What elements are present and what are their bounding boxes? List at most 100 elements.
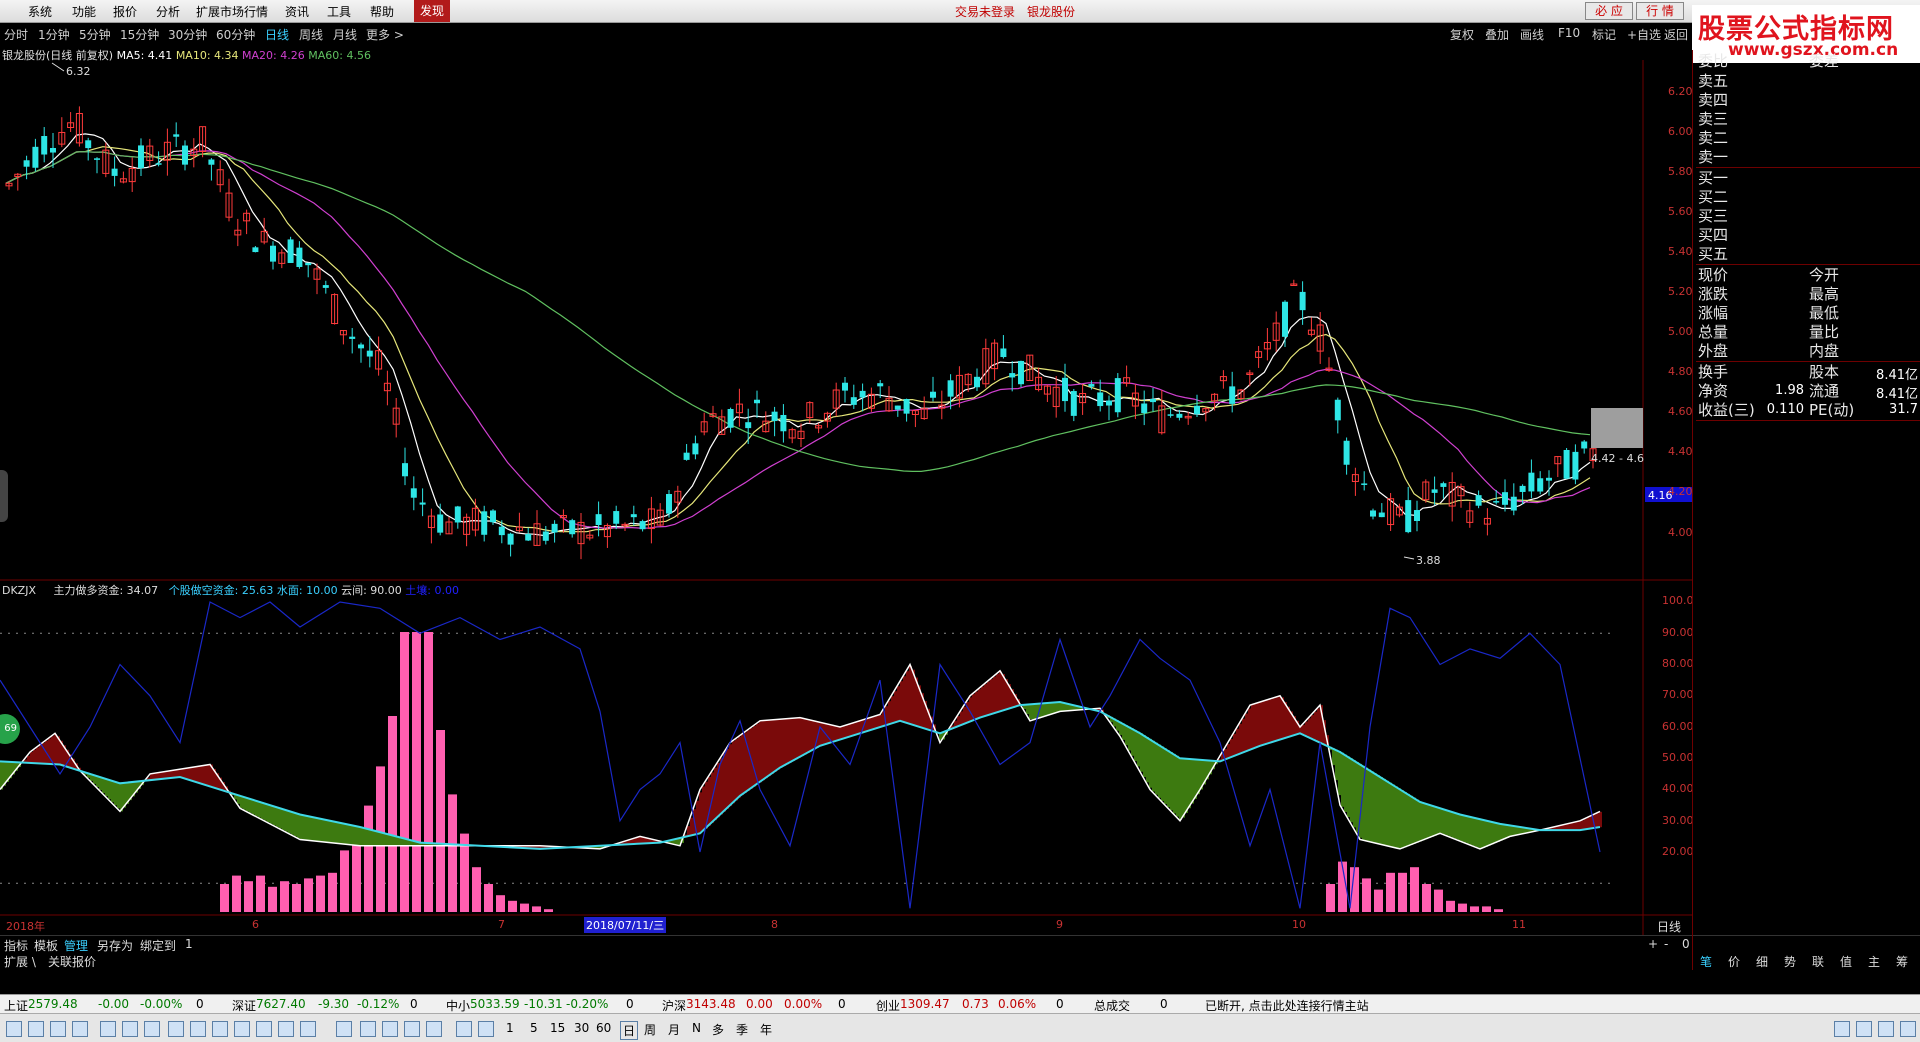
period-week-button[interactable]: 周 <box>644 1021 656 1038</box>
panel-tab-jia[interactable]: 价 <box>1728 953 1740 970</box>
candle-body <box>684 453 690 460</box>
panel-tab-lian[interactable]: 联 <box>1812 953 1824 970</box>
fs-icon[interactable] <box>456 1021 472 1037</box>
fill-band <box>702 786 705 831</box>
fill-band <box>1146 737 1149 782</box>
panel-tab-zhu[interactable]: 主 <box>1868 953 1880 970</box>
candle-body <box>1405 500 1411 532</box>
period-month-button[interactable]: 月 <box>668 1021 680 1038</box>
expand-button[interactable]: 扩展 \ <box>4 953 36 970</box>
fill-band <box>1458 814 1461 840</box>
candle-body <box>904 399 910 414</box>
wave-icon[interactable] <box>336 1021 352 1037</box>
list-icon[interactable] <box>168 1021 184 1037</box>
panel-tab-xi[interactable]: 细 <box>1756 953 1768 970</box>
up-icon[interactable] <box>28 1021 44 1037</box>
fill-band <box>249 799 252 813</box>
candle-body <box>1071 391 1077 416</box>
period-30-button[interactable]: 30 <box>574 1021 589 1035</box>
fill-band <box>1239 724 1242 754</box>
detail-icon[interactable] <box>190 1021 206 1037</box>
period-multi-button[interactable]: 多 <box>712 1021 724 1038</box>
candle-body <box>402 463 408 476</box>
fill-band <box>321 819 324 842</box>
period-n-button[interactable]: N <box>692 1021 701 1035</box>
gem-index-pct: 0.06% <box>998 997 1036 1011</box>
chart-plus-icon[interactable] <box>478 1021 494 1037</box>
fill-band <box>1041 703 1044 717</box>
fill-band <box>1581 820 1584 830</box>
sound-icon[interactable] <box>1856 1021 1872 1037</box>
panel-tab-bi[interactable]: 笔 <box>1700 953 1712 970</box>
float-value: 8.41亿 <box>1856 383 1918 402</box>
f10-icon[interactable] <box>72 1021 88 1037</box>
line-chart-icon[interactable] <box>122 1021 138 1037</box>
volume-bar <box>496 895 505 912</box>
period-60-button[interactable]: 60 <box>596 1021 611 1035</box>
fill-band <box>720 758 723 814</box>
candle-body <box>1018 361 1024 384</box>
gem-index-change: 0.73 <box>962 997 989 1011</box>
sub-chart-legend: DKZJX 主力做多资金: 34.07 个股做空资金: 25.63 水面: 10… <box>2 582 459 598</box>
period-15-button[interactable]: 15 <box>550 1021 565 1035</box>
period-day-button[interactable]: 日 <box>620 1021 638 1040</box>
candle-body <box>1176 414 1182 418</box>
period-quarter-button[interactable]: 季 <box>736 1021 748 1038</box>
fill-band <box>1257 703 1260 747</box>
tab-indicator[interactable]: 指标 <box>4 937 28 954</box>
panel-tab-zhi[interactable]: 值 <box>1840 953 1852 970</box>
candle-body <box>1502 492 1508 505</box>
related-quote-button[interactable]: 关联报价 <box>48 953 96 970</box>
back-icon[interactable] <box>6 1021 22 1037</box>
candle-body <box>323 285 329 288</box>
zoom-in-button[interactable]: + <box>1648 937 1658 951</box>
fill-band <box>1140 733 1143 772</box>
table-icon[interactable] <box>100 1021 116 1037</box>
tab-bind-to[interactable]: 绑定到 <box>140 937 176 954</box>
f10-doc-icon[interactable] <box>256 1021 272 1037</box>
panel-tab-chou[interactable]: 筹 <box>1896 953 1908 970</box>
candle-body <box>1537 478 1543 491</box>
fill-band <box>993 677 996 714</box>
panel-tab-shi[interactable]: 势 <box>1784 953 1796 970</box>
index-bar[interactable]: 上证 2579.48 -0.00 -0.00% 0 深证 7627.40 -9.… <box>0 994 1920 1013</box>
multi-chart-icon[interactable] <box>234 1021 250 1037</box>
sell4-label: 卖四 <box>1698 91 1728 109</box>
tab-bind-number[interactable]: 1 <box>185 937 193 951</box>
volume-bar <box>328 873 337 912</box>
tab-save-as[interactable]: 另存为 <box>97 937 133 954</box>
ytick: 5.60 <box>1668 205 1693 218</box>
indicator-name[interactable]: DKZJX <box>2 584 36 597</box>
period-1-button[interactable]: 1 <box>506 1021 514 1035</box>
fill-band <box>261 802 264 819</box>
tab-manage[interactable]: 管理 <box>64 937 88 954</box>
zoom-reset-button[interactable]: 0 <box>1682 937 1690 951</box>
pen-icon[interactable] <box>426 1021 442 1037</box>
period-5-button[interactable]: 5 <box>530 1021 538 1035</box>
hq-icon[interactable] <box>300 1021 316 1037</box>
period-year-button[interactable]: 年 <box>760 1021 772 1038</box>
tab-template[interactable]: 模板 <box>34 937 58 954</box>
candle-body <box>288 239 294 263</box>
rsi-icon[interactable] <box>360 1021 376 1037</box>
connection-message[interactable]: 已断开, 点击此处连接行情主站 <box>1205 997 1369 1014</box>
fill-band <box>795 718 798 759</box>
fill-band <box>330 821 333 843</box>
inner-label: 内盘 <box>1809 342 1839 360</box>
settings-icon[interactable] <box>1900 1021 1916 1037</box>
kline-icon[interactable] <box>144 1021 160 1037</box>
screen-icon[interactable] <box>1834 1021 1850 1037</box>
dollar-icon[interactable] <box>382 1021 398 1037</box>
fill-band <box>1044 703 1047 716</box>
fill-band <box>1455 813 1458 839</box>
sub-ytick: 60.00 <box>1662 720 1694 733</box>
window-icon[interactable] <box>278 1021 294 1037</box>
down-icon[interactable] <box>50 1021 66 1037</box>
volume-bar <box>1410 867 1419 912</box>
left-panel-toggle[interactable] <box>0 470 8 522</box>
lock-icon[interactable] <box>1878 1021 1894 1037</box>
move-icon[interactable] <box>404 1021 420 1037</box>
grid-icon[interactable] <box>212 1021 228 1037</box>
zoom-out-button[interactable]: - <box>1664 937 1668 951</box>
kline-chart-area[interactable]: 4.16 6.32 3.88 4.42 - 4.6 <box>0 0 1692 935</box>
